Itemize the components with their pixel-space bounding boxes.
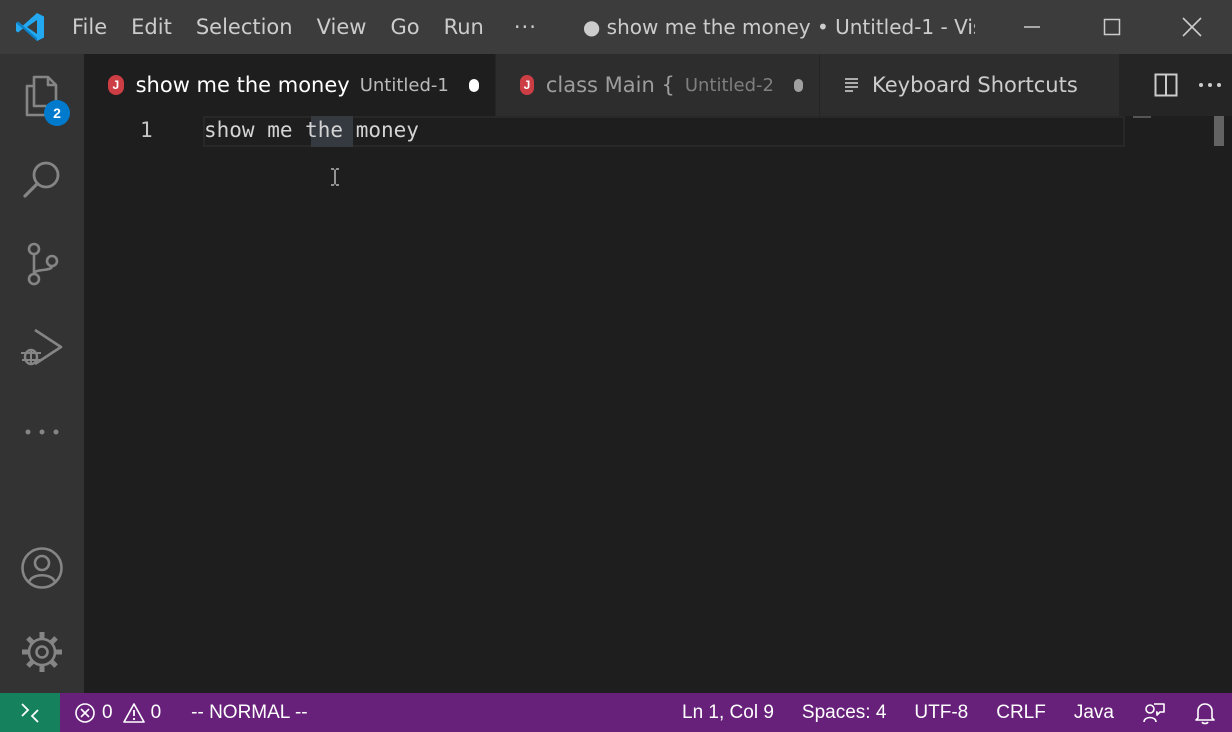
maximize-icon	[1103, 18, 1121, 36]
tab-description: Untitled-2	[684, 74, 774, 96]
tab-keyboard-shortcuts[interactable]: Keyboard Shortcuts	[820, 54, 1120, 116]
explorer-button[interactable]: 2	[0, 54, 84, 138]
more-actions-button[interactable]	[1188, 63, 1232, 107]
menu-selection[interactable]: Selection	[184, 0, 305, 54]
accounts-button[interactable]	[0, 526, 84, 610]
warning-icon	[122, 702, 145, 723]
minimize-icon	[1024, 26, 1040, 28]
overview-ruler-marker	[1133, 116, 1151, 118]
vertical-scrollbar[interactable]	[1208, 116, 1232, 693]
remote-icon	[21, 702, 39, 723]
menu-view[interactable]: View	[305, 0, 379, 54]
vim-mode: -- NORMAL --	[191, 701, 308, 723]
window-title: ● show me the money • Untitled-1 - Vis..…	[582, 15, 975, 39]
feedback-button[interactable]	[1128, 693, 1180, 732]
split-editor-icon	[1154, 73, 1178, 97]
menu-edit[interactable]: Edit	[119, 0, 184, 54]
java-file-icon: J	[108, 75, 124, 95]
manage-button[interactable]	[0, 610, 84, 694]
tab-label: class Main {	[545, 73, 675, 97]
warning-count: 0	[150, 701, 162, 723]
tab-untitled-1[interactable]: J show me the money Untitled-1	[84, 54, 496, 116]
gear-icon	[22, 632, 62, 672]
vscode-logo-icon	[0, 0, 60, 54]
ellipsis-icon	[25, 429, 59, 435]
cursor-position[interactable]: Ln 1, Col 9	[668, 693, 788, 732]
unsaved-dot-icon[interactable]	[794, 78, 803, 92]
menu-more-button[interactable]: ···	[496, 15, 555, 39]
close-button[interactable]	[1152, 0, 1232, 54]
tab-label: show me the money	[135, 73, 350, 97]
line-number: 1	[140, 118, 153, 142]
menu-run[interactable]: Run	[432, 0, 496, 54]
maximize-button[interactable]	[1072, 0, 1152, 54]
tab-untitled-2[interactable]: J class Main { Untitled-2	[496, 54, 820, 116]
close-icon	[1182, 17, 1202, 37]
title-bar: File Edit Selection View Go Run ··· ● sh…	[0, 0, 1232, 54]
menu-go[interactable]: Go	[378, 0, 431, 54]
unsaved-dot-icon[interactable]	[468, 78, 479, 92]
remote-button[interactable]	[0, 693, 60, 732]
editor-tab-bar: J show me the money Untitled-1 J class M…	[84, 54, 1232, 116]
activity-bar: 2	[0, 54, 84, 693]
source-control-button[interactable]	[0, 222, 84, 306]
run-debug-button[interactable]	[0, 306, 84, 390]
run-debug-icon	[21, 328, 63, 366]
tab-description: Untitled-1	[359, 74, 449, 96]
explorer-badge: 2	[44, 100, 70, 126]
ellipsis-icon	[1199, 83, 1221, 87]
error-icon	[75, 702, 95, 723]
encoding[interactable]: UTF-8	[900, 693, 982, 732]
text-cursor-icon	[330, 168, 340, 190]
error-count: 0	[102, 701, 113, 723]
scrollbar-thumb[interactable]	[1214, 116, 1224, 146]
search-button[interactable]	[0, 138, 84, 222]
tab-label: Keyboard Shortcuts	[872, 73, 1078, 97]
bell-icon	[1195, 702, 1215, 724]
java-file-icon: J	[520, 75, 534, 95]
menu-file[interactable]: File	[60, 0, 119, 54]
split-editor-button[interactable]	[1144, 63, 1188, 107]
more-views-button[interactable]	[0, 390, 84, 474]
keyboard-shortcuts-icon	[844, 77, 860, 93]
problems-button[interactable]: 0 0	[60, 693, 175, 732]
minimize-button[interactable]	[992, 0, 1072, 54]
end-of-line[interactable]: CRLF	[982, 693, 1060, 732]
source-control-icon	[27, 242, 59, 286]
notifications-button[interactable]	[1180, 693, 1232, 732]
indentation[interactable]: Spaces: 4	[788, 693, 901, 732]
code-line[interactable]: show me the money	[204, 118, 419, 142]
feedback-icon	[1143, 702, 1165, 722]
window-controls	[992, 0, 1232, 54]
language-mode[interactable]: Java	[1060, 693, 1128, 732]
editor-actions	[1144, 54, 1232, 116]
menu-bar: File Edit Selection View Go Run ···	[60, 0, 555, 54]
code-editor[interactable]: 1 show me the money	[84, 116, 1232, 693]
status-bar-right: Ln 1, Col 9 Spaces: 4 UTF-8 CRLF Java	[668, 693, 1232, 732]
search-icon	[23, 161, 60, 198]
account-icon	[21, 547, 63, 589]
status-bar: 0 0 -- NORMAL -- Ln 1, Col 9 Spaces: 4 U…	[0, 693, 1232, 732]
